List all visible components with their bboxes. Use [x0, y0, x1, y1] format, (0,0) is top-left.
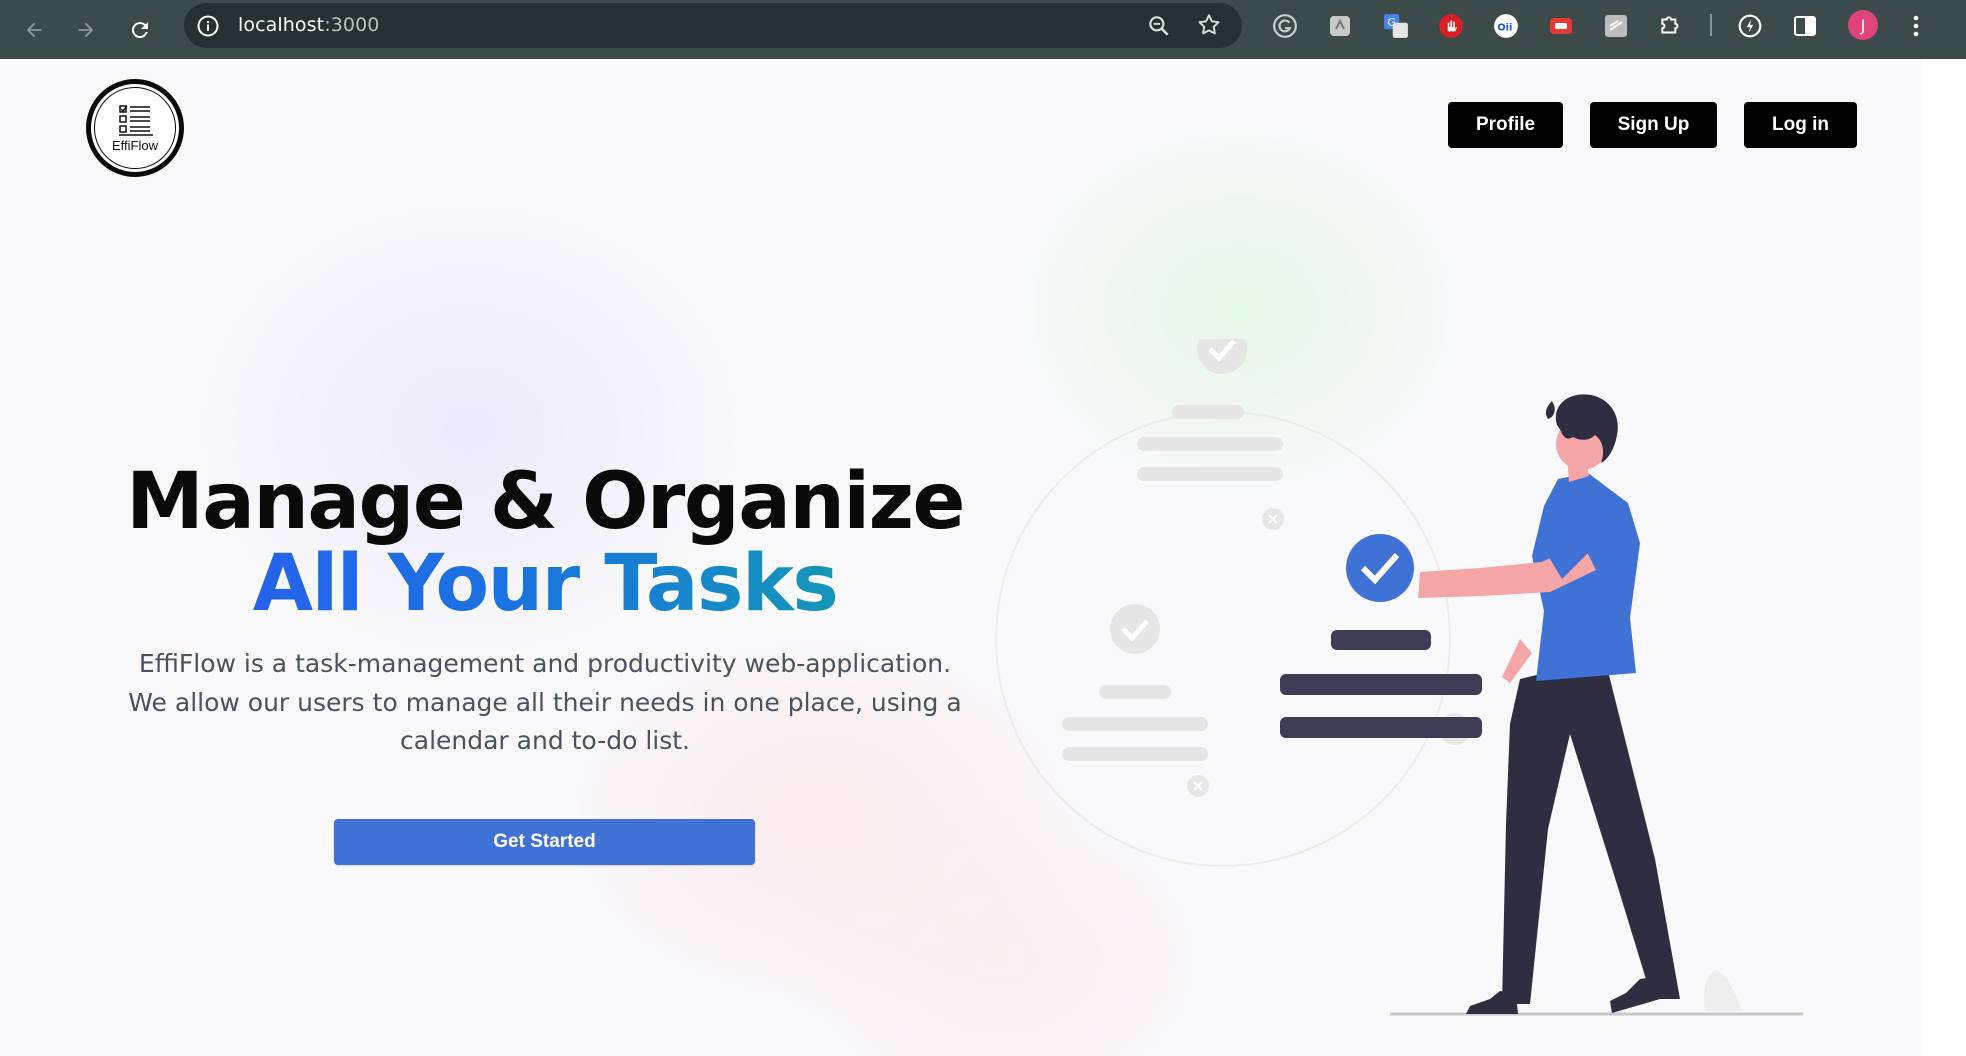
performance-icon[interactable] — [1737, 13, 1763, 39]
bookmark-star-icon[interactable] — [1196, 12, 1222, 43]
puzzle-game-extension-icon[interactable] — [1327, 13, 1353, 39]
address-bar[interactable]: localhost:3000 — [184, 3, 1242, 48]
google-translate-extension-icon[interactable]: G — [1383, 13, 1409, 39]
log-in-button[interactable]: Log in — [1744, 102, 1857, 148]
profile-button[interactable]: Profile — [1448, 102, 1563, 148]
forward-button[interactable] — [68, 12, 104, 48]
arrow-left-icon — [26, 22, 42, 38]
reload-icon — [131, 22, 148, 39]
hero-description: EffiFlow is a task-management and produc… — [128, 649, 962, 755]
toolbar-divider — [1710, 14, 1712, 36]
effiflow-logo[interactable]: EffiFlow — [86, 79, 184, 177]
task-illustration — [995, 339, 1803, 1016]
scrollbar-gutter — [1922, 59, 1944, 1056]
check-icon — [1346, 534, 1414, 602]
notes-extension-icon[interactable] — [1603, 13, 1629, 39]
grammarly-extension-icon[interactable] — [1272, 13, 1298, 39]
hero-title-line-2: All Your Tasks — [100, 539, 990, 629]
active-task-card — [1280, 534, 1482, 738]
profile-avatar[interactable]: J — [1848, 10, 1878, 40]
faded-task-card-left — [1062, 604, 1209, 797]
plant-shape — [1704, 969, 1741, 1011]
site-info-icon[interactable] — [196, 14, 220, 43]
oii-extension-icon[interactable]: Oii — [1493, 13, 1519, 39]
faded-task-card-top — [1137, 339, 1284, 530]
sign-up-button[interactable]: Sign Up — [1590, 102, 1717, 148]
page-viewport: EffiFlow Profile Sign Up Log in Manage &… — [0, 59, 1944, 1056]
get-started-button[interactable]: Get Started — [334, 819, 755, 865]
browser-toolbar: localhost:3000 G Oii J — [0, 0, 1966, 59]
hero-title-gradient-text: All Your Tasks — [252, 539, 839, 629]
reload-button[interactable] — [122, 12, 158, 48]
side-panel-icon[interactable] — [1792, 13, 1818, 39]
checklist-icon — [119, 105, 153, 136]
hero-title-line-1: Manage & Organize — [126, 457, 965, 547]
svg-text:Oii: Oii — [1497, 22, 1512, 33]
screen-recorder-extension-icon[interactable] — [1548, 13, 1574, 39]
url-text: localhost:3000 — [238, 14, 380, 36]
svg-text:G: G — [1387, 16, 1395, 29]
logo-text: EffiFlow — [112, 138, 158, 153]
zoom-icon[interactable] — [1146, 13, 1172, 44]
adblock-hand-extension-icon[interactable] — [1438, 13, 1464, 39]
arrow-right-icon — [78, 22, 94, 38]
kebab-menu-icon[interactable] — [1903, 13, 1929, 39]
extensions-puzzle-icon[interactable] — [1658, 13, 1684, 39]
person-figure — [1418, 394, 1680, 1014]
back-button[interactable] — [16, 12, 52, 48]
